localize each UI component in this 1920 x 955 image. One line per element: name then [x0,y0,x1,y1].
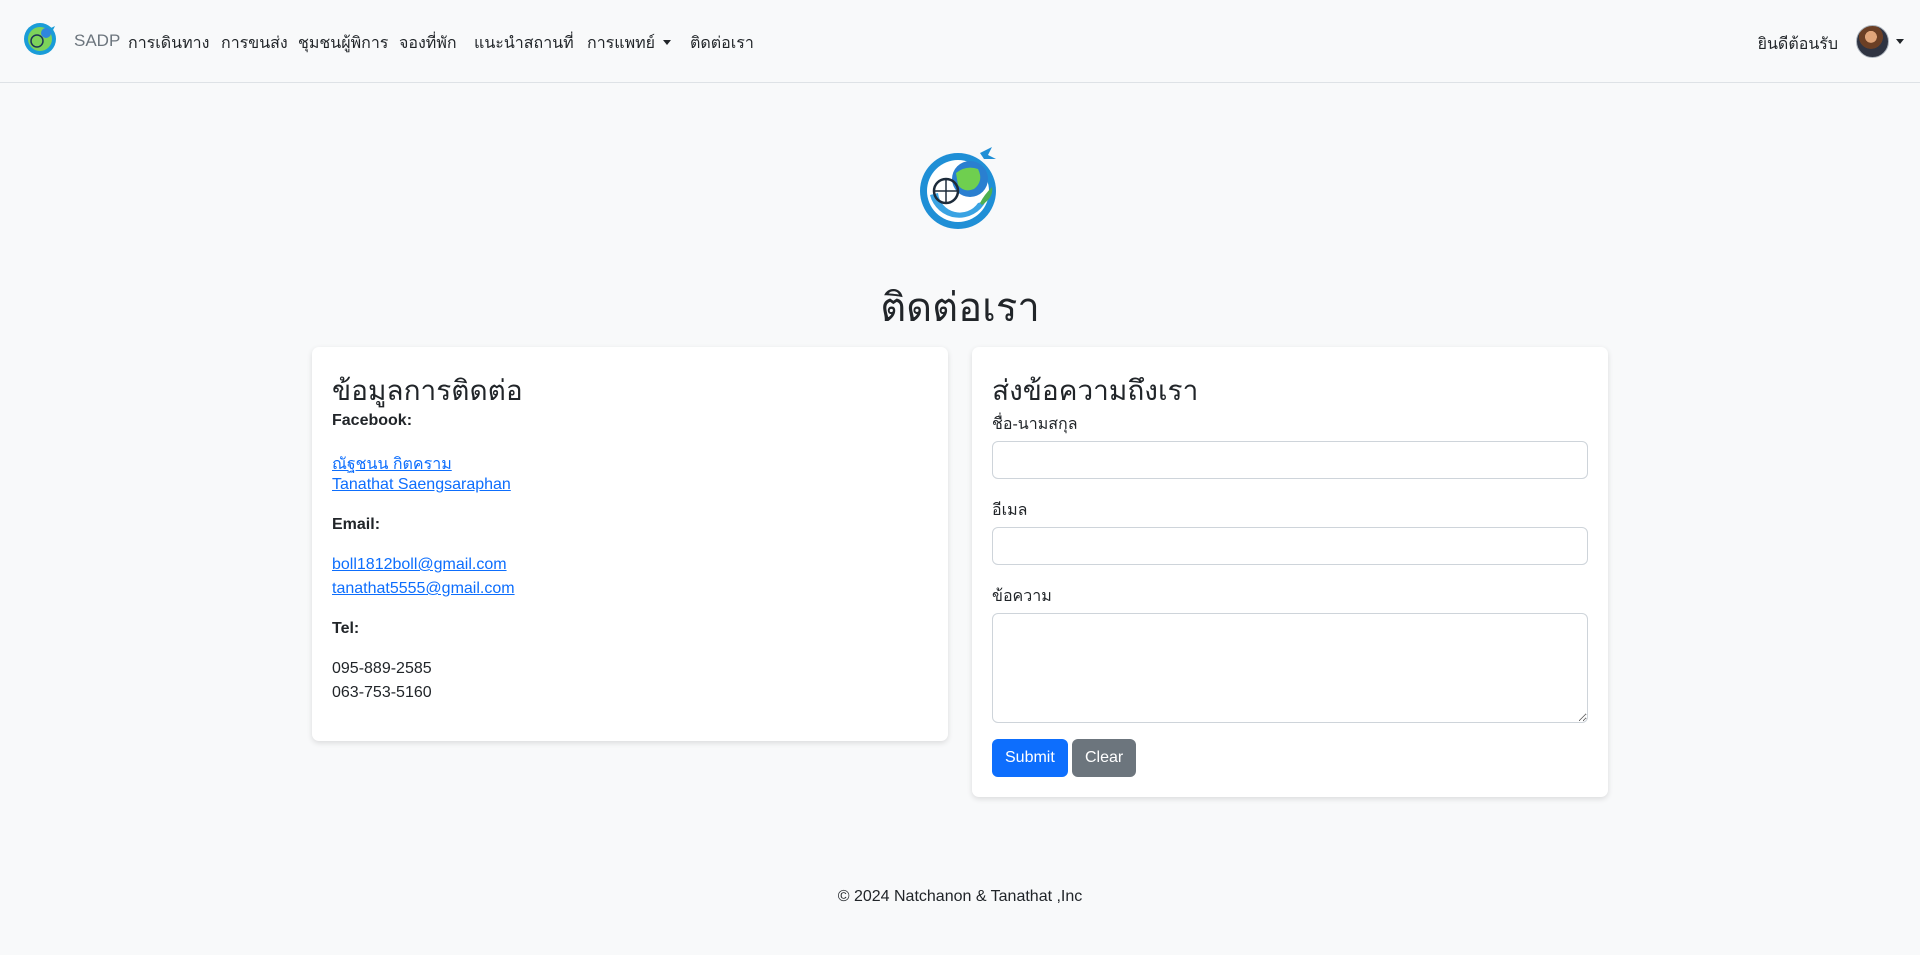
contact-form-title: ส่งข้อความถึงเรา [992,375,1199,406]
facebook-label: Facebook: [332,412,413,429]
submit-button[interactable]: Submit [992,739,1068,777]
chevron-down-icon[interactable] [1896,39,1904,44]
navbar: SADP การเดินทาง การขนส่ง ชุมชนผู้พิการ จ… [0,0,1920,83]
hero-logo-icon [920,147,996,229]
email-input[interactable] [992,527,1588,565]
page-title: ติดต่อเรา [880,286,1040,330]
nav-travel[interactable]: การเดินทาง [128,31,209,56]
tel-label: Tel: [332,620,360,637]
message-label: ข้อความ [992,588,1052,605]
contact-form-card: ส่งข้อความถึงเรา ชื่อ-นามสกุล อีเมล ข้อค… [972,347,1608,797]
nav-transport[interactable]: การขนส่ง [221,31,288,56]
footer-copyright: © 2024 Natchanon & Tanathat ,Inc [837,888,1083,905]
nav-medical-label: การแพทย์ [587,35,656,52]
welcome-text: ยินดีต้อนรับ [1757,36,1838,53]
nav-places[interactable]: แนะนำสถานที่ [474,31,574,56]
chevron-down-icon [663,40,672,45]
email-link-boll[interactable]: boll1812boll@gmail.com [332,556,507,574]
nav-medical-dropdown[interactable]: การแพทย์ [587,31,672,56]
name-input[interactable] [992,441,1588,479]
message-textarea[interactable] [992,613,1588,723]
user-avatar[interactable] [1856,25,1889,58]
facebook-link-tanathat[interactable]: Tanathat Saengsaraphan [332,476,511,494]
brand-logo-icon[interactable] [22,21,58,57]
name-label: ชื่อ-นามสกุล [992,416,1078,433]
email-field-label: อีเมล [992,502,1028,519]
phone-number-1: 095-889-2585 [332,660,432,677]
contact-info-card: ข้อมูลการติดต่อ Facebook: ณัฐชนน กิตคราม… [312,347,948,741]
facebook-link-natchanon[interactable]: ณัฐชนน กิตคราม [332,452,452,477]
email-label: Email: [332,516,381,533]
nav-disabled-community[interactable]: ชุมชนผู้พิการ [298,31,388,56]
contact-info-title: ข้อมูลการติดต่อ [332,375,523,406]
email-link-tanathat[interactable]: tanathat5555@gmail.com [332,580,515,598]
brand-name[interactable]: SADP [74,31,120,51]
nav-booking[interactable]: จองที่พัก [399,31,457,56]
phone-number-2: 063-753-5160 [332,684,432,701]
clear-button[interactable]: Clear [1072,739,1137,777]
nav-contact[interactable]: ติดต่อเรา [690,31,754,56]
